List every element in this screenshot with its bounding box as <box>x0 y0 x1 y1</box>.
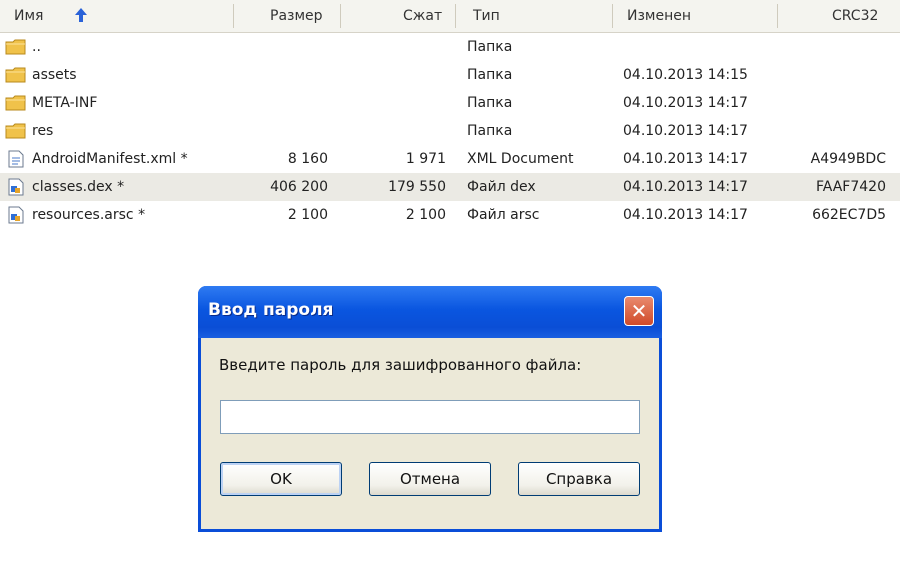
file-type: Папка <box>467 95 513 111</box>
file-modified: 04.10.2013 14:17 <box>623 151 748 167</box>
file-crc: 662EC7D5 <box>812 207 886 223</box>
column-header-packed[interactable]: Сжат <box>403 0 442 32</box>
file-name: resources.arsc * <box>32 207 146 223</box>
file-row-selected[interactable]: classes.dex * 406 200 179 550 Файл dex 0… <box>0 173 900 201</box>
file-type: Папка <box>467 123 513 139</box>
column-separator[interactable] <box>340 4 341 28</box>
file-type: Папка <box>467 67 513 83</box>
password-input[interactable] <box>220 400 640 434</box>
file-packed: 1 971 <box>405 151 446 167</box>
column-header-name[interactable]: Имя <box>14 0 43 32</box>
file-crc: A4949BDC <box>810 151 886 167</box>
file-row[interactable]: .. Папка <box>0 33 900 61</box>
file-name: META-INF <box>32 95 98 111</box>
file-icon <box>8 206 24 224</box>
file-row[interactable]: META-INF Папка 04.10.2013 14:17 <box>0 89 900 117</box>
cancel-button[interactable]: Отмена <box>369 462 491 496</box>
file-list-header: Имя Размер Сжат Тип Изменен CRC32 <box>0 0 900 33</box>
file-row[interactable]: AndroidManifest.xml * 8 160 1 971 XML Do… <box>0 145 900 173</box>
file-name: AndroidManifest.xml * <box>32 151 188 167</box>
password-dialog: Ввод пароля ✕ Введите пароль для зашифро… <box>198 286 662 532</box>
file-type: Папка <box>467 39 513 55</box>
column-separator[interactable] <box>233 4 234 28</box>
folder-icon <box>5 95 26 111</box>
file-crc: FAAF7420 <box>816 179 886 195</box>
file-size: 8 160 <box>287 151 328 167</box>
close-icon: ✕ <box>630 299 648 323</box>
ok-button[interactable]: OK <box>220 462 342 496</box>
file-modified: 04.10.2013 14:15 <box>623 67 748 83</box>
file-size: 2 100 <box>287 207 328 223</box>
file-modified: 04.10.2013 14:17 <box>623 207 748 223</box>
column-separator[interactable] <box>612 4 613 28</box>
column-header-size[interactable]: Размер <box>270 0 323 32</box>
folder-icon <box>5 39 26 55</box>
file-size: 406 200 <box>270 179 328 195</box>
column-header-modified[interactable]: Изменен <box>627 0 691 32</box>
file-modified: 04.10.2013 14:17 <box>623 179 748 195</box>
column-header-type[interactable]: Тип <box>473 0 500 32</box>
file-row[interactable]: resources.arsc * 2 100 2 100 Файл arsc 0… <box>0 201 900 229</box>
xml-file-icon <box>8 150 24 168</box>
file-icon <box>8 178 24 196</box>
file-row[interactable]: assets Папка 04.10.2013 14:15 <box>0 61 900 89</box>
file-packed: 179 550 <box>388 179 446 195</box>
column-separator[interactable] <box>455 4 456 28</box>
dialog-title: Ввод пароля <box>208 300 334 320</box>
column-separator[interactable] <box>777 4 778 28</box>
file-modified: 04.10.2013 14:17 <box>623 95 748 111</box>
close-button[interactable]: ✕ <box>624 296 654 326</box>
file-name: res <box>32 123 54 139</box>
file-name: .. <box>32 39 41 55</box>
file-type: Файл arsc <box>467 207 540 223</box>
file-packed: 2 100 <box>405 207 446 223</box>
password-prompt: Введите пароль для зашифрованного файла: <box>219 356 582 374</box>
file-row[interactable]: res Папка 04.10.2013 14:17 <box>0 117 900 145</box>
file-type: Файл dex <box>467 179 536 195</box>
file-type: XML Document <box>467 151 574 167</box>
file-name: assets <box>32 67 77 83</box>
sort-ascending-icon[interactable] <box>72 6 90 24</box>
folder-icon <box>5 123 26 139</box>
help-button[interactable]: Справка <box>518 462 640 496</box>
column-header-crc[interactable]: CRC32 <box>832 0 878 32</box>
dialog-titlebar[interactable]: Ввод пароля ✕ <box>198 286 662 338</box>
file-name: classes.dex * <box>32 179 125 195</box>
folder-icon <box>5 67 26 83</box>
file-modified: 04.10.2013 14:17 <box>623 123 748 139</box>
